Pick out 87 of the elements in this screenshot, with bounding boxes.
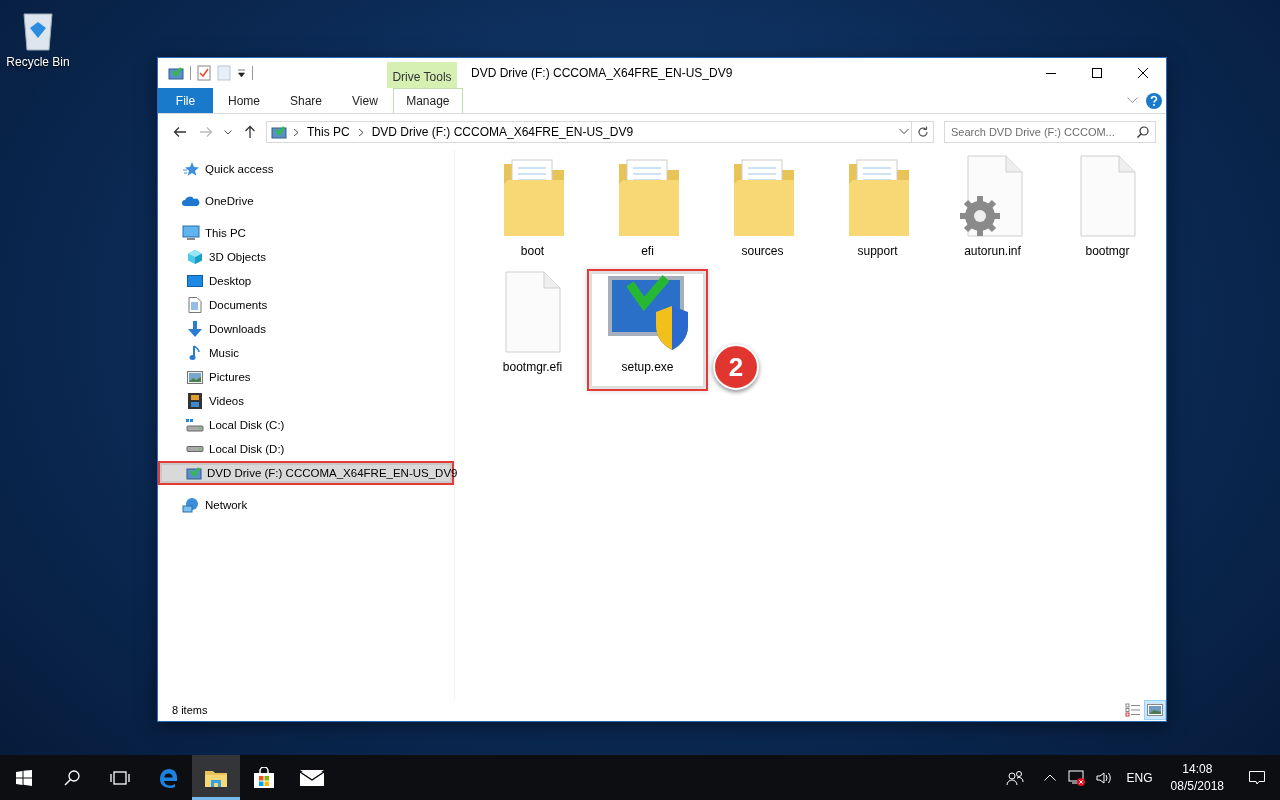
file-item[interactable]: setup.exe <box>592 274 703 386</box>
step-number-badge: 2 <box>713 344 759 390</box>
dropdown-icon <box>237 68 246 78</box>
picture-icon <box>187 370 203 384</box>
close-icon <box>1138 68 1148 78</box>
nav-item[interactable]: Documents <box>158 293 454 317</box>
speaker-icon <box>1095 770 1112 785</box>
windows-logo-icon <box>16 769 32 786</box>
disc-drive-icon <box>186 466 202 480</box>
disc-drive-icon <box>271 125 287 139</box>
ribbon-tab[interactable]: File <box>158 88 213 113</box>
film-icon <box>188 393 202 409</box>
ribbon-tab[interactable]: View <box>337 88 393 113</box>
chevron-down-icon <box>897 128 911 136</box>
envelope-icon <box>300 769 324 786</box>
search-field[interactable]: Search DVD Drive (F:) CCCOM... <box>944 121 1156 143</box>
download-arrow-icon <box>187 321 203 337</box>
item-count: 8 items <box>172 704 208 716</box>
help-button[interactable] <box>1146 92 1162 109</box>
nav-item[interactable]: Pictures <box>158 365 454 389</box>
chevron-right-icon <box>293 127 299 137</box>
nav-item[interactable]: Local Disk (D:) <box>158 437 454 461</box>
ribbon-tab[interactable]: Share <box>275 88 338 113</box>
nav-item[interactable]: This PC <box>158 221 454 245</box>
browser-e-icon <box>158 767 178 788</box>
nav-item[interactable]: Downloads <box>158 317 454 341</box>
file-item[interactable]: bootmgr <box>1052 158 1163 270</box>
large-icons-view-icon <box>1147 704 1163 716</box>
nav-item[interactable]: Desktop <box>158 269 454 293</box>
properties-icon <box>197 65 211 81</box>
ribbon-tab[interactable]: Manage <box>392 88 463 113</box>
shopping-bag-icon <box>253 766 275 789</box>
music-note-icon <box>189 345 201 361</box>
new-folder-icon <box>217 65 231 81</box>
nav-item[interactable]: Videos <box>158 389 454 413</box>
network-disconnected-icon <box>1067 769 1086 786</box>
arrow-up-icon <box>244 125 256 139</box>
chevron-down-icon <box>224 129 232 135</box>
chevron-up-icon <box>1043 774 1056 781</box>
window-title: DVD Drive (F:) CCCOMA_X64FRE_EN-US_DV9 <box>470 65 734 82</box>
address-bar[interactable]: This PC DVD Drive (F:) CCCOMA_X64FRE_EN-US_DV9 <box>266 121 912 143</box>
document-icon <box>188 297 202 313</box>
computer-icon <box>182 225 200 241</box>
nav-item[interactable]: 3D Objects <box>158 245 454 269</box>
search-icon <box>64 769 80 786</box>
arrow-left-icon <box>173 126 187 138</box>
task-view-icon <box>110 770 130 785</box>
nav-item[interactable]: Local Disk (C:) <box>158 413 454 437</box>
drive-icon <box>186 446 204 452</box>
taskbar-button[interactable] <box>192 755 240 800</box>
arrow-right-icon <box>199 126 213 138</box>
network-icon <box>182 497 200 513</box>
refresh-icon <box>916 126 929 138</box>
file-item[interactable]: efi <box>592 158 703 270</box>
cube-icon <box>187 249 203 265</box>
chevron-down-icon <box>1127 97 1138 104</box>
details-view-icon <box>1125 703 1141 717</box>
drive-icon <box>186 418 204 432</box>
people-icon <box>1005 769 1024 786</box>
search-icon <box>1137 126 1149 138</box>
input-language-button[interactable]: ENG <box>1118 755 1161 800</box>
notification-icon <box>1249 769 1265 786</box>
file-item[interactable]: bootmgr.efi <box>477 274 588 386</box>
disc-drive-icon <box>168 66 184 80</box>
desktop-icon-label[interactable]: Recycle Bin <box>6 55 70 69</box>
refresh-button[interactable] <box>912 121 934 143</box>
nav-item[interactable]: Quick access <box>158 157 454 181</box>
large-icons-view-button[interactable] <box>1144 700 1166 720</box>
desktop-icon <box>187 274 203 288</box>
breadcrumb[interactable]: This PC <box>305 125 352 139</box>
file-item[interactable]: sources <box>707 158 818 270</box>
star-icon <box>183 161 199 177</box>
ribbon-tab[interactable]: Home <box>213 88 275 113</box>
file-item[interactable]: boot <box>477 158 588 270</box>
clock-button[interactable]: 14:08 08/5/2018 <box>1160 755 1234 800</box>
file-item[interactable]: autorun.inf <box>937 158 1048 270</box>
expand-ribbon-button[interactable] <box>1127 97 1138 104</box>
file-item[interactable]: support <box>822 158 933 270</box>
nav-item[interactable]: OneDrive <box>158 189 454 213</box>
chevron-right-icon <box>357 127 364 137</box>
maximize-icon <box>1092 68 1102 78</box>
nav-item[interactable]: Music <box>158 341 454 365</box>
contextual-group-label: Drive Tools <box>387 62 457 88</box>
help-icon <box>1146 92 1162 109</box>
breadcrumb[interactable]: DVD Drive (F:) CCCOMA_X64FRE_EN-US_DV9 <box>369 125 636 139</box>
cloud-icon <box>182 195 200 207</box>
nav-item[interactable]: Network <box>158 493 454 517</box>
